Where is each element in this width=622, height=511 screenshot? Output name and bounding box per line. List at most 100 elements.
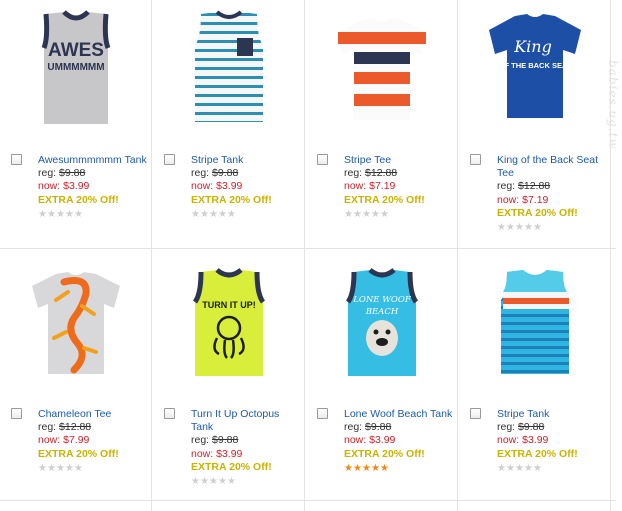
compare-checkbox[interactable] xyxy=(11,154,22,165)
product-image[interactable]: LONE WOOF BEACH xyxy=(326,262,438,382)
star-icon: ★ xyxy=(533,462,542,474)
star-icon: ★ xyxy=(74,462,83,474)
product-grid: AWES UMMMMMM Awesummmmmm Tank reg: $9.88… xyxy=(0,0,616,511)
regular-price: reg: $12.88 xyxy=(344,167,398,180)
compare-checkbox[interactable] xyxy=(317,154,328,165)
star-icon: ★ xyxy=(56,462,65,474)
star-icon: ★ xyxy=(515,462,524,474)
sale-price: now: $7.19 xyxy=(344,180,396,193)
product-info: Stripe Tee reg: $12.88 now: $7.19 EXTRA … xyxy=(344,154,456,220)
svg-text:LONE WOOF: LONE WOOF xyxy=(352,295,412,305)
star-icon: ★ xyxy=(353,462,362,474)
star-icon: ★ xyxy=(200,476,209,488)
star-icon: ★ xyxy=(362,208,371,220)
product-name-link[interactable]: Stripe Tank xyxy=(191,154,303,167)
regular-price: reg: $9.88 xyxy=(191,167,239,180)
star-icon: ★ xyxy=(497,222,506,234)
promo-text: EXTRA 20% Off! xyxy=(38,447,119,460)
product-card: AWES UMMMMMM Awesummmmmm Tank reg: $9.88… xyxy=(0,0,152,248)
star-icon: ★ xyxy=(47,462,56,474)
product-info: Stripe Tank reg: $9.88 now: $3.99 EXTRA … xyxy=(497,408,609,474)
star-icon: ★ xyxy=(362,462,371,474)
star-rating: ★ ★ ★ ★ ★ xyxy=(344,462,456,474)
star-icon: ★ xyxy=(65,462,74,474)
star-rating: ★ ★ ★ ★ ★ xyxy=(191,208,303,220)
star-icon: ★ xyxy=(533,222,542,234)
product-name-link[interactable]: Chameleon Tee xyxy=(38,408,150,421)
star-icon: ★ xyxy=(209,476,218,488)
compare-checkbox[interactable] xyxy=(470,154,481,165)
product-card: Stripe Tee reg: $12.88 now: $7.19 EXTRA … xyxy=(306,0,458,248)
compare-checkbox[interactable] xyxy=(317,408,328,419)
promo-text: EXTRA 20% Off! xyxy=(38,193,119,206)
product-image[interactable] xyxy=(479,262,591,382)
star-icon: ★ xyxy=(56,208,65,220)
svg-text:BEACH: BEACH xyxy=(365,307,399,317)
star-icon: ★ xyxy=(380,462,389,474)
product-image[interactable]: King OF THE BACK SEAT xyxy=(479,8,591,128)
star-icon: ★ xyxy=(506,462,515,474)
star-icon: ★ xyxy=(200,208,209,220)
star-icon: ★ xyxy=(344,462,353,474)
star-icon: ★ xyxy=(47,208,56,220)
svg-text:King: King xyxy=(513,37,552,56)
regular-price: reg: $9.88 xyxy=(38,167,86,180)
product-image[interactable]: AWES UMMMMMM xyxy=(20,8,132,128)
star-icon: ★ xyxy=(65,208,74,220)
product-image[interactable] xyxy=(173,8,285,128)
divider xyxy=(0,248,616,249)
star-icon: ★ xyxy=(227,208,236,220)
star-icon: ★ xyxy=(371,208,380,220)
star-icon: ★ xyxy=(227,476,236,488)
product-card: Chameleon Tee reg: $12.88 now: $7.99 EXT… xyxy=(0,254,152,502)
svg-text:AWES: AWES xyxy=(48,40,104,61)
compare-checkbox[interactable] xyxy=(164,154,175,165)
promo-text: EXTRA 20% Off! xyxy=(191,460,272,473)
product-name-link[interactable]: King of the Back Seat Tee xyxy=(497,154,609,180)
product-card: TURN IT UP! Turn It Up Octopus Tank reg:… xyxy=(153,254,305,502)
sale-price: now: $3.99 xyxy=(497,434,549,447)
regular-price: reg: $9.88 xyxy=(191,434,239,447)
product-name-link[interactable]: Awesummmmmm Tank xyxy=(38,154,150,167)
sale-price: now: $7.99 xyxy=(38,434,90,447)
product-name-link[interactable]: Turn It Up Octopus Tank xyxy=(191,408,303,434)
promo-text: EXTRA 20% Off! xyxy=(191,193,272,206)
star-icon: ★ xyxy=(74,208,83,220)
promo-text: EXTRA 20% Off! xyxy=(344,193,425,206)
product-info: Turn It Up Octopus Tank reg: $9.88 now: … xyxy=(191,408,303,487)
star-icon: ★ xyxy=(497,462,506,474)
star-rating: ★ ★ ★ ★ ★ xyxy=(191,477,303,487)
product-image[interactable]: TURN IT UP! xyxy=(173,262,285,382)
star-rating: ★ ★ ★ ★ ★ xyxy=(38,208,150,220)
product-card: LONE WOOF BEACH Lone Woof Beach Tank reg… xyxy=(306,254,458,502)
star-icon: ★ xyxy=(515,222,524,234)
star-icon: ★ xyxy=(524,222,533,234)
svg-text:OF THE BACK SEAT: OF THE BACK SEAT xyxy=(499,61,572,70)
product-name-link[interactable]: Lone Woof Beach Tank xyxy=(344,408,456,421)
compare-checkbox[interactable] xyxy=(11,408,22,419)
product-name-link[interactable]: Stripe Tank xyxy=(497,408,609,421)
regular-price: reg: $12.88 xyxy=(497,180,551,193)
product-name-link[interactable]: Stripe Tee xyxy=(344,154,456,167)
star-icon: ★ xyxy=(191,208,200,220)
star-icon: ★ xyxy=(506,222,515,234)
promo-text: EXTRA 20% Off! xyxy=(344,447,425,460)
star-icon: ★ xyxy=(218,208,227,220)
product-card: King OF THE BACK SEAT King of the Back S… xyxy=(459,0,611,248)
star-icon: ★ xyxy=(380,208,389,220)
product-card: Stripe Tank reg: $9.88 now: $3.99 EXTRA … xyxy=(459,254,611,502)
star-icon: ★ xyxy=(524,462,533,474)
compare-checkbox[interactable] xyxy=(164,408,175,419)
product-card: Stripe Tank reg: $9.88 now: $3.99 EXTRA … xyxy=(153,0,305,248)
star-icon: ★ xyxy=(218,476,227,488)
compare-checkbox[interactable] xyxy=(470,408,481,419)
sale-price: now: $7.19 xyxy=(497,193,549,206)
product-image[interactable] xyxy=(326,8,438,128)
regular-price: reg: $9.88 xyxy=(497,421,545,434)
sale-price: now: $3.99 xyxy=(191,180,243,193)
regular-price: reg: $12.88 xyxy=(38,421,92,434)
star-icon: ★ xyxy=(191,476,200,488)
promo-text: EXTRA 20% Off! xyxy=(497,447,578,460)
product-image[interactable] xyxy=(20,262,132,382)
star-rating: ★ ★ ★ ★ ★ xyxy=(497,223,609,233)
